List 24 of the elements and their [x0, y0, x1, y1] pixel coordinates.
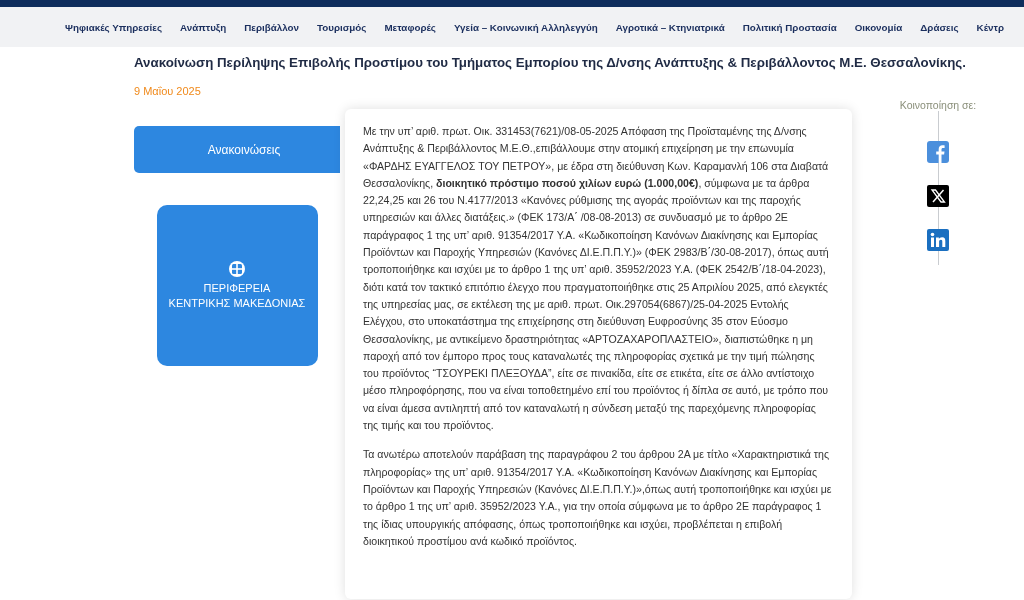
nav-link[interactable]: Αγροτικά – Κτηνιατρικά: [614, 21, 726, 33]
facebook-icon[interactable]: [927, 141, 949, 163]
region-logo-card[interactable]: ΠΕΡΙΦΕΡΕΙΑ ΚΕΝΤΡΙΚΗΣ ΜΑΚΕΔΟΝΙΑΣ: [156, 205, 318, 366]
announcements-button[interactable]: Ανακοινώσεις: [134, 126, 340, 173]
emblem-icon: [229, 260, 245, 277]
article-paragraph: Με την υπ’ αριθ. πρωτ. Οικ. 331453(7621)/08-05-2025 Απόφαση της Προϊσταμένης της Δ/νσης Ανάπτυξης & Περιβάλλοντος Μ.Ε.Θ.,επιβάλλουμε στην ατομική επιχείρηση με την επωνυμία «ΦΑΡΔΗΣ ΕΥΑΓΓΕΛΟΣ ΤΟΥ ΠΕΤΡΟΥ», με έδρα στη διεύθυνση Κων. Καραμανλή 106 στα Διαβατά Θεσσαλονίκης, διοικητικό πρόστιμο ποσού χιλίων ευρώ (1.000,00€), σύμφωνα με τα άρθρα 22,24,25 και 26 του Ν.4177/2013 «Κανόνες ρύθμισης της αγοράς προϊόντων και της παροχής υπηρεσιών και άλλες διατάξεις.» (ΦΕΚ 173/Α΄ /08-08-2013) σε συνδυασμό με το άρθρο 2Ε παράγραφος 1 της υπ’ αριθ. 91354/2017 Υ.Α. «Κωδικοποίηση Κανόνων Διακίνησης και Εμπορίας Προϊόντων και Παροχής Υπηρεσιών (Κανόνες ΔΙ.Ε.Π.Π.Υ.)» (ΦΕΚ 2983/Β΄/30-08-2017), όπως αυτή τροποποιήθηκε και ισχύει με το άρθρο 1 της υπ’ αριθ. 35952/2023 Υ.Α. (ΦΕΚ 2542/Β΄/18-04-2023), διότι κατά τον τακτικό επιτόπιο έλεγχο που πραγματοποιήθηκε στις 25 Απριλίου 2025, από ελεγκτές της υπηρεσίας μας, σε εκτέλεση της με αριθ. πρωτ. Οικ.297054(6867)/25-04-2025 Εντολής Ελέγχου, στο υποκατάστημα της επιχείρησης στη διεύθυνση Ευφροσύνης 35 στον Εύοσμο Θεσσαλονίκης, με αντικείμενο δραστηριότητας «ΑΡΤΟΖΑΧΑΡΟΠΛΑΣΤΕΙΟ», διαπιστώθηκε η μη παροχή από τον έμπορο προς τους καταναλωτές της πληροφορίας σχετικά με την τιμή πώλησης του προϊόντος “ΤΣΟΥΡΕΚΙ ΠΛΕΞΟΥΔΑ”, είτε σε πινακίδα, είτε σε ετικέτα, είτε σε άλλο αντίστοιχο μέσο πληροφόρησης, που να είναι τοποθετημένο επί του προϊόντος ή δίπλα σε αυτό, με τρόπο που να είναι άμεσα αντιληπτή από τον καταναλωτή η σύνδεση μεταξύ της παρεχόμενης πληροφορίας της τιμής και του προϊόντος.: [363, 124, 830, 434]
logo-text: ΠΕΡΙΦΕΡΕΙΑ: [203, 280, 271, 296]
nav-link[interactable]: Δράσεις: [919, 21, 960, 33]
nav-link[interactable]: Τουρισμός: [315, 21, 368, 33]
nav-link[interactable]: Περιβάλλον: [243, 21, 300, 33]
nav-link[interactable]: Κέντρ: [975, 21, 1005, 33]
publish-date: 9 Μαΐου 2025: [134, 85, 201, 97]
x-logo-icon[interactable]: [927, 185, 949, 207]
nav-link[interactable]: Ψηφιακές Υπηρεσίες: [64, 21, 164, 33]
nav-link[interactable]: Οικονομία: [853, 21, 904, 33]
linkedin-icon[interactable]: [927, 229, 949, 251]
nav-link[interactable]: Πολιτική Προστασία: [741, 21, 838, 33]
article-paragraph: Τα ανωτέρω αποτελούν παράβαση της παραγράφου 2 του άρθρου 2Α με τίτλο «Χαρακτηριστικά της πληροφορίας» της υπ’ αριθ. 91354/2017 Υ.Α. «Κωδικοποίηση Κανόνων Διακίνησης και Εμπορίας Προϊόντων και Παροχής Υπηρεσιών (Κανόνες ΔΙ.Ε.Π.Π.Υ.)»,όπως αυτή τροποποιήθηκε και ισχύει με το άρθρο 1 της υπ’ αριθ. 35952/2023 Υ.Α., για την οποία σύμφωνα με το άρθρο 2Ε παράγραφος 1 της ίδιας υπουργικής απόφασης, όπως τροποποιήθηκε και ισχύει, προβλέπεται η επιβολή διοικητικού προστίμου ανά κωδικό προϊόντος.: [363, 447, 832, 549]
nav-link[interactable]: Υγεία – Κοινωνική Αλληλεγγύη: [452, 21, 599, 33]
nav-link[interactable]: Μεταφορές: [383, 21, 437, 33]
share-label: Κοινοποίηση σε:: [899, 99, 977, 111]
article-title: Ανακοίνωση Περίληψης Επιβολής Προστίμου του Τμήματος Εμπορίου της Δ/νσης Ανάπτυξης & Περιβάλλοντος Μ.Ε. Θεσσαλονίκης.: [134, 55, 967, 71]
logo-text: ΚΕΝΤΡΙΚΗΣ ΜΑΚΕΔΟΝΙΑΣ: [168, 295, 306, 311]
nav-link[interactable]: Ανάπτυξη: [179, 21, 228, 33]
